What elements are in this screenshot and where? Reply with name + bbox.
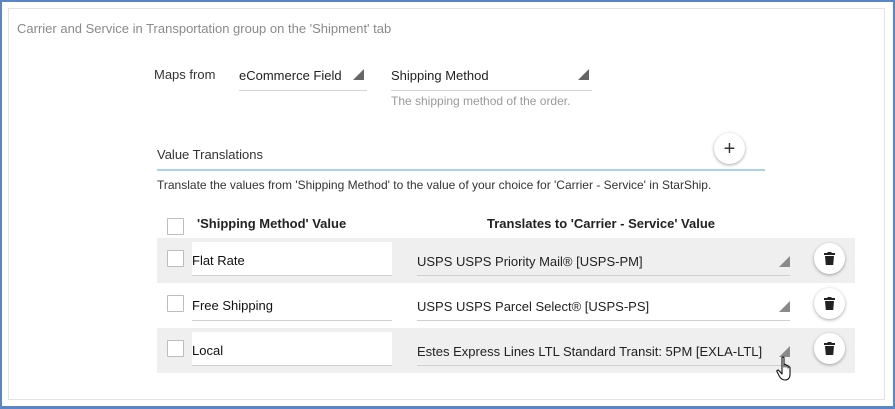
delete-row-button[interactable] [814,333,845,364]
translation-row: Free Shipping USPS USPS Parcel Select® [… [157,283,855,328]
field-helper-text: The shipping method of the order. [391,94,571,108]
trash-icon [824,297,835,310]
row-checkbox[interactable] [167,250,184,267]
value-translations-underline [157,169,765,171]
translation-row: Flat Rate USPS USPS Priority Mail® [USPS… [157,238,855,283]
value-translations-title: Value Translations [157,147,263,162]
select-all-checkbox[interactable] [167,218,184,235]
shipping-method-select[interactable]: Shipping Method [391,67,592,91]
row-checkbox[interactable] [167,295,184,312]
carrier-service-select[interactable]: Estes Express Lines LTL Standard Transit… [417,336,790,366]
translation-row: Local Estes Express Lines LTL Standard T… [157,328,855,373]
source-value-text: Local [192,343,224,358]
trash-icon [824,342,835,355]
trash-icon [824,252,835,265]
carrier-service-select[interactable]: USPS USPS Parcel Select® [USPS-PS] [417,291,790,321]
dropdown-arrow-icon [353,69,364,80]
source-value-input[interactable]: Flat Rate [192,242,392,276]
shipping-method-value: Shipping Method [391,68,489,83]
source-value-text: Free Shipping [192,298,273,313]
hand-cursor-icon [776,356,791,381]
delete-row-button[interactable] [814,243,845,274]
delete-row-button[interactable] [814,288,845,319]
column-header-source: 'Shipping Method' Value [197,216,347,231]
source-value-input[interactable]: Local [192,332,392,366]
source-type-value: eCommerce Field [239,68,342,83]
source-type-select[interactable]: eCommerce Field [239,67,367,91]
carrier-service-value: USPS USPS Priority Mail® [USPS-PM] [417,254,643,269]
column-header-target: Translates to 'Carrier - Service' Value [487,216,716,231]
source-value-input[interactable]: Free Shipping [192,287,392,321]
maps-from-label: Maps from [154,67,216,82]
plus-icon: + [723,137,736,160]
row-checkbox[interactable] [167,340,184,357]
dropdown-arrow-icon [779,301,790,312]
dropdown-arrow-icon [779,256,790,267]
add-translation-button[interactable]: + [714,133,745,164]
dropdown-arrow-icon [578,69,589,80]
translation-instructions: Translate the values from 'Shipping Meth… [157,178,712,192]
carrier-service-value: USPS USPS Parcel Select® [USPS-PS] [417,299,650,314]
section-title: Carrier and Service in Transportation gr… [17,21,392,36]
carrier-service-value: Estes Express Lines LTL Standard Transit… [417,344,763,359]
source-value-text: Flat Rate [192,253,245,268]
carrier-service-select[interactable]: USPS USPS Priority Mail® [USPS-PM] [417,246,790,276]
